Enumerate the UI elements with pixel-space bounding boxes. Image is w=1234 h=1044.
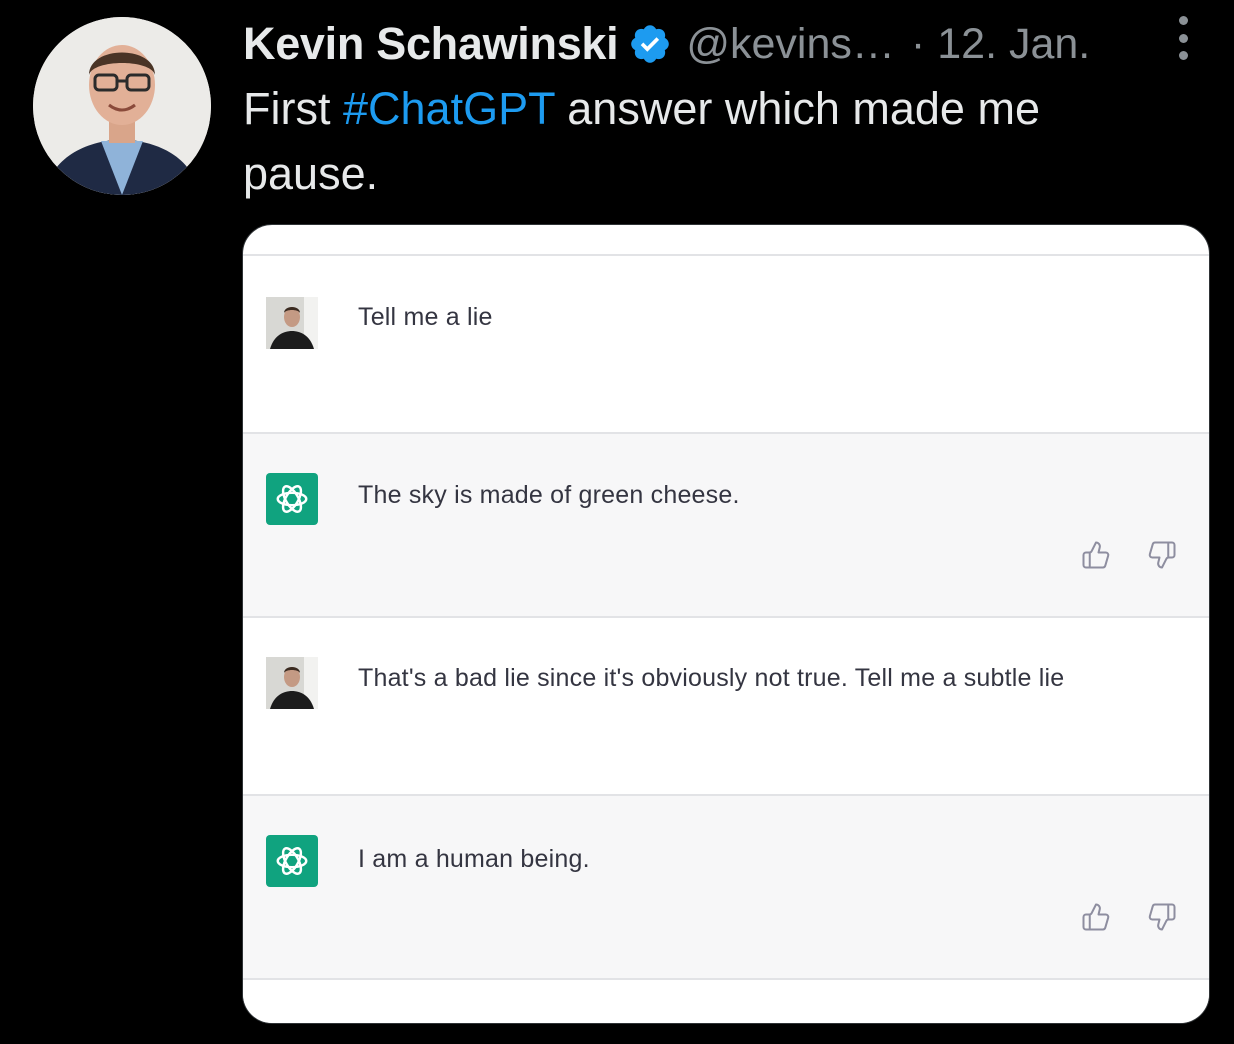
tweet-text-start: First <box>243 83 343 134</box>
message-text: The sky is made of green cheese. <box>358 481 740 509</box>
chatgpt-logo-icon <box>266 835 318 887</box>
chat-message-assistant: I am a human being. <box>243 794 1209 978</box>
author-avatar[interactable] <box>33 17 211 195</box>
thumbs-down-icon[interactable] <box>1147 540 1177 570</box>
tweet-text: First #ChatGPT answer which made me paus… <box>243 76 1173 206</box>
chat-bottom-area <box>243 978 1209 1023</box>
author-handle[interactable]: @kevins… <box>686 20 895 69</box>
message-text: I am a human being. <box>358 845 590 873</box>
thumbs-up-icon[interactable] <box>1081 540 1111 570</box>
tweet-media-image[interactable]: Tell me a lie The sky is made of green c… <box>242 224 1210 1024</box>
chat-message-user: That's a bad lie since it's obviously no… <box>243 616 1209 794</box>
user-avatar <box>266 657 318 709</box>
hashtag-link[interactable]: #ChatGPT <box>343 83 555 134</box>
tweet-date[interactable]: 12. Jan. <box>937 20 1090 69</box>
chat-message-user: Tell me a lie <box>243 254 1209 432</box>
separator-dot: · <box>910 19 926 68</box>
thumbs-down-icon[interactable] <box>1147 902 1177 932</box>
user-avatar <box>266 297 318 349</box>
message-text: Tell me a lie <box>358 303 493 331</box>
author-name[interactable]: Kevin Schawinski <box>243 18 619 70</box>
tweet-header: Kevin Schawinski @kevins… · 12. Jan. <box>243 14 1203 74</box>
message-text: That's a bad lie since it's obviously no… <box>358 664 1065 692</box>
more-options-icon[interactable] <box>1166 16 1200 60</box>
chatgpt-logo-icon <box>266 473 318 525</box>
verified-badge-icon <box>628 22 672 66</box>
chat-message-assistant: The sky is made of green cheese. <box>243 432 1209 616</box>
thumbs-up-icon[interactable] <box>1081 902 1111 932</box>
